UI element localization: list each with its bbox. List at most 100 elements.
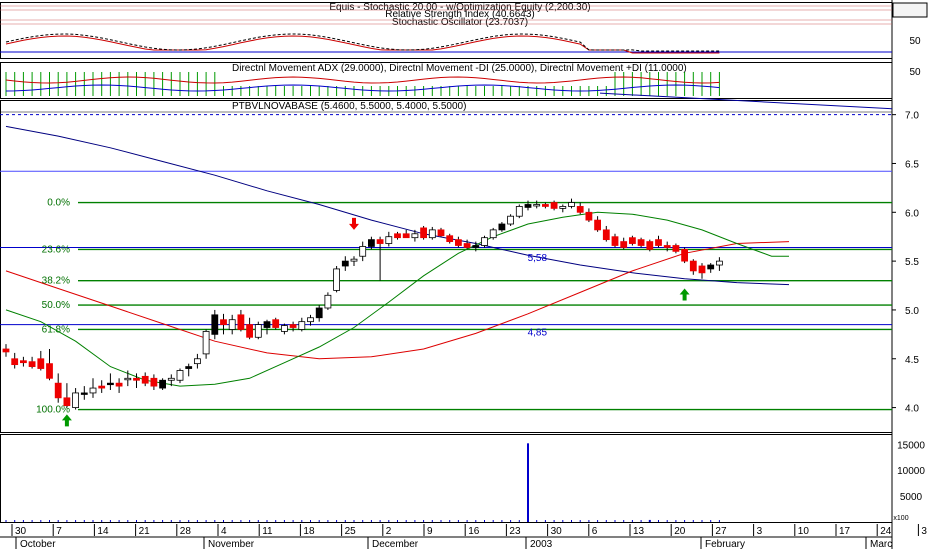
- candle: [481, 235, 488, 248]
- x-month-label: October: [20, 539, 56, 549]
- candle-body: [663, 245, 671, 248]
- candle-body: [19, 360, 27, 364]
- candle-body: [150, 377, 158, 387]
- candle: [272, 317, 280, 330]
- candle-body: [280, 325, 288, 332]
- candle-body: [542, 204, 549, 207]
- candle-body: [454, 239, 462, 246]
- candle: [515, 204, 523, 219]
- candle-body: [707, 264, 715, 270]
- candle-body: [646, 241, 654, 250]
- x-day-tick: 20: [674, 526, 686, 537]
- candle-body: [220, 319, 227, 325]
- candle-body: [559, 206, 567, 209]
- candle: [646, 239, 654, 252]
- candle-body: [376, 239, 384, 244]
- candle-body: [202, 331, 210, 355]
- candle-body: [46, 363, 53, 379]
- x-day-tick: 13: [633, 526, 645, 537]
- dmi-title: Directnl Movement ADX (29.0000), Directn…: [232, 63, 687, 74]
- candle-body: [698, 265, 706, 274]
- candle-body: [611, 236, 619, 246]
- price-ytick: 6.0: [905, 208, 919, 219]
- candle-body: [594, 219, 601, 231]
- candle-body: [159, 379, 167, 389]
- candle-body: [228, 319, 236, 330]
- x-day-tick: 23: [509, 526, 521, 537]
- candle-body: [620, 241, 628, 248]
- candle-body: [428, 229, 436, 239]
- fib-label: 50.0%: [42, 300, 70, 311]
- volume-ytick: 5000: [900, 492, 923, 503]
- x-month-label: February: [705, 539, 745, 549]
- price-ytick: 4.0: [905, 404, 919, 415]
- candle-body: [498, 223, 506, 231]
- candle-body: [576, 206, 584, 213]
- candle-body: [446, 235, 454, 242]
- fib-label: 0.0%: [47, 198, 70, 209]
- candle-body: [28, 361, 36, 367]
- x-day-tick: 7: [56, 526, 62, 537]
- volume-ytick: 15000: [897, 440, 925, 451]
- candle-body: [54, 382, 62, 399]
- x-month-label: Marc: [870, 539, 892, 549]
- stock-chart: Equis - Stochastic 20.00 - w/Optimizatio…: [0, 0, 930, 549]
- candle-body: [37, 358, 45, 369]
- candle-body: [289, 324, 297, 328]
- x-day-tick: 17: [839, 526, 851, 537]
- dmi-ytick: 50: [909, 67, 921, 78]
- candle-body: [341, 260, 349, 267]
- x-day-tick: 25: [345, 526, 357, 537]
- candle-body: [385, 236, 393, 244]
- candle-body: [98, 385, 106, 389]
- price-ytick: 5.0: [905, 306, 919, 317]
- candle-body: [193, 358, 201, 365]
- x-day-tick: 24: [880, 526, 892, 537]
- x-day-tick: 28: [180, 526, 192, 537]
- x-day-tick: 9: [427, 526, 433, 537]
- candle-body: [637, 239, 645, 246]
- candle: [324, 292, 332, 310]
- price-annotation: 4,85: [528, 327, 548, 338]
- candle-body: [550, 202, 558, 209]
- candle-body: [237, 314, 245, 330]
- candle: [333, 266, 341, 293]
- candle-body: [333, 268, 341, 291]
- price-ytick: 7.0: [905, 111, 919, 122]
- x-day-tick: 3: [921, 526, 927, 537]
- candle-body: [629, 237, 636, 244]
- x-day-tick: 30: [551, 526, 563, 537]
- candle-body: [246, 324, 254, 338]
- price-ytick: 4.5: [905, 355, 919, 366]
- candle-body: [463, 243, 471, 248]
- candle-body: [533, 204, 541, 207]
- price-ytick: 5.5: [905, 257, 919, 268]
- candle-body: [263, 321, 271, 328]
- candle-body: [133, 377, 140, 381]
- fib-label: 38.2%: [42, 276, 70, 287]
- x-day-tick: 27: [715, 526, 727, 537]
- x-day-tick: 6: [592, 526, 598, 537]
- x-day-tick: 4: [221, 526, 227, 537]
- volume-unit: x100: [893, 515, 908, 522]
- candle-body: [568, 202, 575, 207]
- x-day-tick: 3: [757, 526, 763, 537]
- candle-body: [307, 317, 314, 323]
- x-day-tick: 10: [798, 526, 810, 537]
- candle-body: [585, 211, 593, 221]
- x-day-tick: 30: [15, 526, 27, 537]
- candle: [420, 225, 428, 240]
- candle-body: [63, 397, 71, 407]
- stoch-ytick: 50: [909, 36, 921, 47]
- candle-body: [367, 239, 375, 247]
- fib-label: 100.0%: [36, 405, 70, 416]
- candle-body: [324, 294, 332, 309]
- volume-bar: [527, 443, 529, 522]
- x-month-label: December: [372, 539, 419, 549]
- candle-body: [681, 248, 688, 262]
- stochastic-title: Stochastic Oscillator (23.7037): [392, 17, 528, 28]
- candle-body: [716, 260, 723, 266]
- candle-body: [515, 206, 523, 217]
- candle-body: [602, 229, 610, 241]
- fib-label: 23.6%: [42, 244, 70, 255]
